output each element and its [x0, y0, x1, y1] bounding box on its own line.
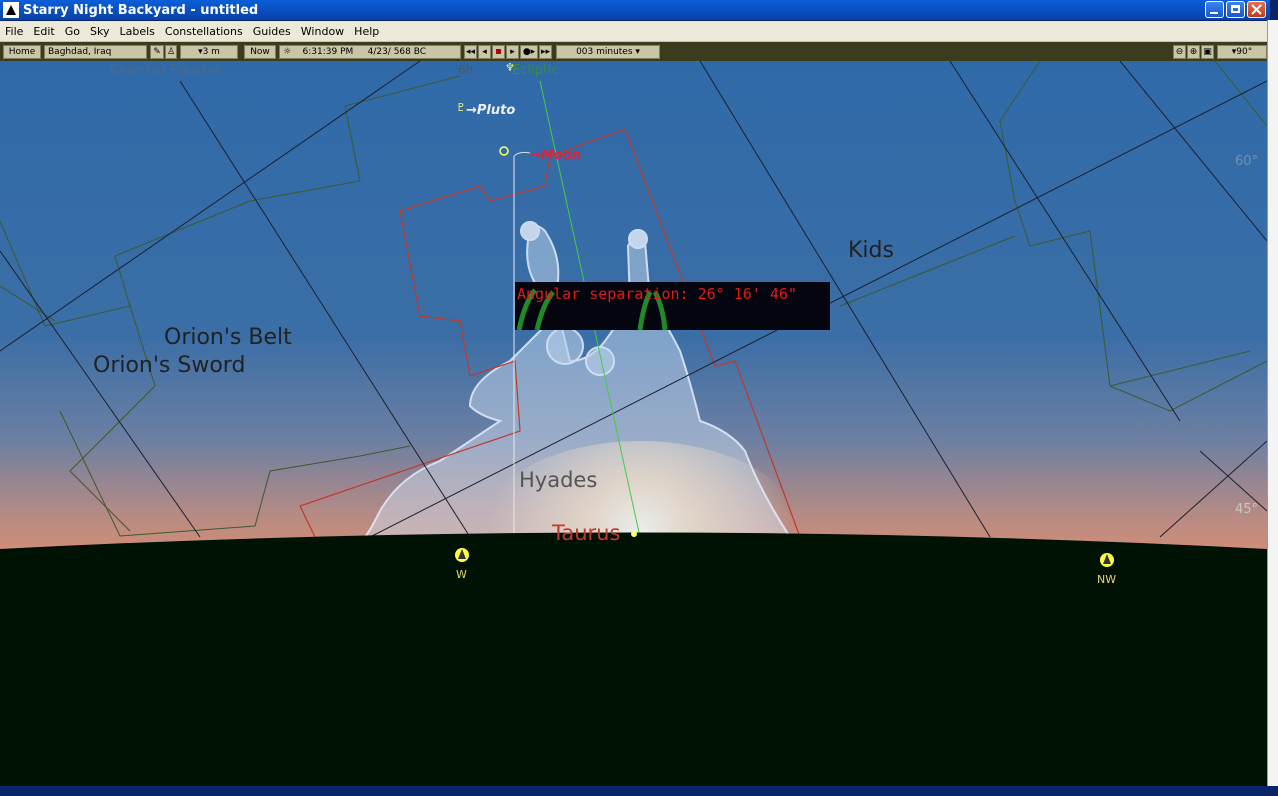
window-right-frame [1267, 20, 1278, 796]
ra-6h-label: 6h [458, 63, 474, 77]
date-value[interactable]: 4/23/ 568 BC [368, 47, 426, 57]
menu-go[interactable]: Go [60, 25, 85, 38]
horizon-ground [0, 532, 1267, 786]
menu-edit[interactable]: Edit [28, 25, 59, 38]
menu-labels[interactable]: Labels [114, 25, 159, 38]
home-button[interactable]: Home [3, 44, 41, 59]
angular-separation-box: Angular separation: 26° 16' 46" [515, 282, 830, 330]
moon-label[interactable]: →Moon [530, 148, 581, 163]
window-bottom-frame [0, 786, 1278, 796]
fast-forward-button[interactable]: ▸▸ [539, 44, 552, 59]
step-back-button[interactable]: ◂ [478, 44, 491, 59]
menu-window[interactable]: Window [296, 25, 349, 38]
window-title: Starry Night Backyard - untitled [23, 2, 259, 18]
sky-canvas[interactable]: ♇ ♆ [0, 61, 1267, 786]
moon-name: Moon [540, 148, 581, 163]
sun-marker-icon [631, 531, 637, 537]
edit-location-icon[interactable]: ✎ [150, 44, 164, 59]
control-toolbar: Home Baghdad, Iraq ✎ ♙ ▾3 m Now ☼ 6:31:3… [0, 42, 1270, 61]
zoom-in-icon[interactable]: ⊕ [1187, 44, 1200, 59]
altitude-45-label: 45° [1235, 502, 1259, 517]
northwest-label: NW [1097, 573, 1117, 586]
sky-view[interactable]: ♇ ♆ Celestial Equator 6h Ecliptic →Pluto… [0, 61, 1267, 786]
zoom-box-icon[interactable]: ▣ [1201, 44, 1214, 59]
now-button[interactable]: Now [244, 44, 276, 59]
angular-separation-text: Angular separation: 26° 16' 46" [517, 285, 797, 303]
ecliptic-label: Ecliptic [512, 63, 559, 78]
fov-field[interactable]: ▾90° [1217, 44, 1267, 59]
kids-label: Kids [848, 238, 894, 263]
zoom-out-icon[interactable]: ⊖ [1173, 44, 1186, 59]
west-label: W [456, 568, 467, 581]
menu-bar: File Edit Go Sky Labels Constellations G… [0, 21, 1270, 42]
time-value[interactable]: 6:31:39 PM [303, 47, 354, 57]
menu-file[interactable]: File [0, 25, 28, 38]
pluto-symbol-icon: ♇ [456, 101, 466, 114]
person-icon[interactable]: ♙ [165, 44, 177, 59]
stop-button[interactable] [492, 44, 505, 59]
pluto-label[interactable]: →Pluto [466, 103, 515, 118]
orions-belt-label: Orion's Belt [164, 325, 292, 350]
maximize-button[interactable] [1226, 1, 1245, 18]
elevation-field[interactable]: ▾3 m [180, 44, 238, 59]
menu-guides[interactable]: Guides [248, 25, 296, 38]
location-field[interactable]: Baghdad, Iraq [44, 44, 147, 59]
starry-night-app-icon [3, 2, 19, 18]
title-bar: Starry Night Backyard - untitled [0, 0, 1270, 20]
orions-sword-label: Orion's Sword [93, 353, 246, 378]
hyades-label: Hyades [519, 468, 598, 492]
altitude-60-label: 60° [1235, 154, 1259, 169]
sun-icon: ☼ [283, 46, 292, 57]
menu-sky[interactable]: Sky [85, 25, 114, 38]
close-button[interactable] [1247, 1, 1266, 18]
celestial-equator-label: Celestial Equator [110, 63, 221, 78]
play-button[interactable]: ▸ [506, 44, 519, 59]
taurus-label: Taurus [552, 521, 621, 545]
pluto-name: Pluto [476, 103, 516, 118]
celestial-meridian-label: Celestial Meridian [1135, 422, 1252, 437]
menu-help[interactable]: Help [349, 25, 384, 38]
menu-constellations[interactable]: Constellations [160, 25, 248, 38]
time-step-field[interactable]: 003 minutes ▾ [556, 44, 660, 59]
step-forward-button[interactable]: ●▸ [520, 44, 538, 59]
rewind-button[interactable]: ◂◂ [464, 44, 477, 59]
time-date-field[interactable]: ☼ 6:31:39 PM 4/23/ 568 BC [279, 44, 461, 59]
minimize-button[interactable] [1205, 1, 1224, 18]
